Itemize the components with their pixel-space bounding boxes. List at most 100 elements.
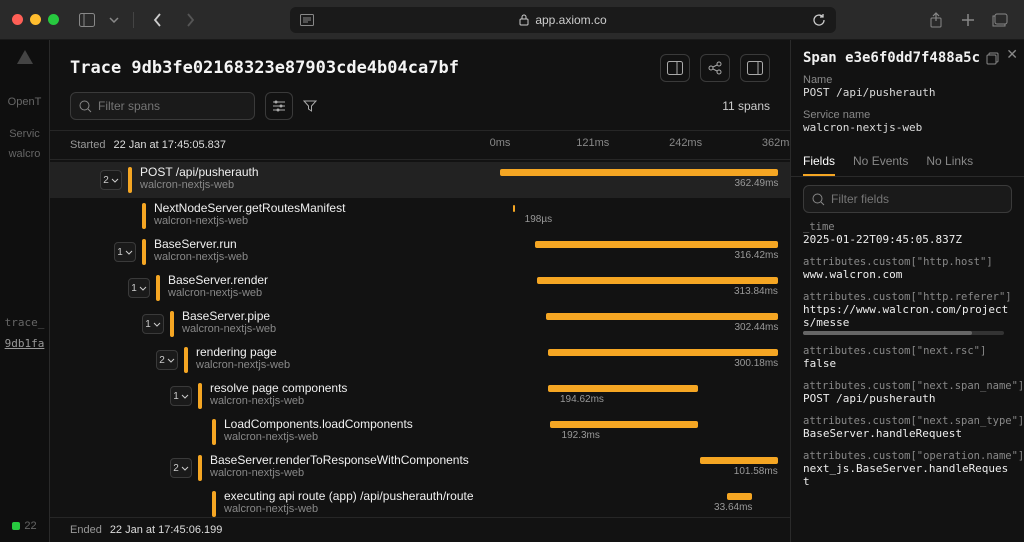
time-tick: 0ms [490,137,511,149]
duration-label: 198µs [525,214,552,225]
url-host: app.axiom.co [535,13,606,27]
close-icon[interactable]: ✕ [1006,46,1018,63]
detail-name-label: Name [803,74,1012,86]
span-color-marker [142,203,146,229]
time-axis: 0ms121ms242ms362ms [500,137,790,153]
filter-icon[interactable] [303,99,317,113]
expand-button[interactable]: 2 [156,350,178,370]
field-value: next_js.BaseServer.handleRequest [803,462,1012,488]
sidebar-toggle-icon[interactable] [75,8,99,32]
span-filter-input[interactable] [70,92,255,120]
lock-icon [519,14,529,26]
open-panel-button[interactable] [740,54,770,82]
span-row[interactable]: executing api route (app) /api/pusheraut… [50,486,790,517]
span-service: walcron-nextjs-web [210,395,347,408]
copy-icon[interactable] [986,52,999,65]
field-item[interactable]: attributes.custom["next.rsc"]false [803,345,1012,370]
field-item[interactable]: _time2025-01-22T09:45:05.837Z [803,221,1012,246]
expand-button[interactable]: 1 [114,242,136,262]
detail-tab[interactable]: No Events [853,148,908,176]
field-item[interactable]: attributes.custom["operation.name"]next_… [803,450,1012,488]
nav-forward[interactable] [178,8,202,32]
field-item[interactable]: attributes.custom["next.span_type"]BaseS… [803,415,1012,440]
span-service: walcron-nextjs-web [196,359,290,372]
fields-filter-input[interactable] [803,185,1012,213]
duration-bar [548,385,697,392]
span-service: walcron-nextjs-web [210,467,469,480]
span-name: BaseServer.run [154,237,248,251]
expand-button[interactable]: 1 [142,314,164,334]
span-service: walcron-nextjs-web [154,215,345,228]
span-color-marker [212,419,216,445]
span-row[interactable]: 2rendering pagewalcron-nextjs-web300.18m… [50,342,790,378]
span-row[interactable]: 2BaseServer.renderToResponseWithComponen… [50,450,790,486]
field-item[interactable]: attributes.custom["http.host"]www.walcro… [803,256,1012,281]
window-close[interactable] [12,14,23,25]
overflow-scrollbar[interactable] [803,331,1004,335]
span-color-marker [212,491,216,517]
expand-button[interactable]: 2 [100,170,122,190]
time-tick: 242ms [669,137,702,149]
expand-button[interactable]: 1 [170,386,192,406]
share-button[interactable] [700,54,730,82]
detail-tab[interactable]: No Links [926,148,973,176]
spans-list: 2POST /api/pusherauthwalcron-nextjs-web3… [50,160,790,517]
axiom-logo-icon[interactable] [14,48,36,70]
span-row[interactable]: NextNodeServer.getRoutesManifestwalcron-… [50,198,790,234]
expand-button[interactable]: 2 [170,458,192,478]
nav-back[interactable] [146,8,170,32]
gutter-footer-num: 22 [24,520,36,532]
gutter-section-item: walcro [9,148,41,160]
reload-icon[interactable] [812,13,826,27]
span-count: 11 spans [722,99,770,113]
field-key: attributes.custom["operation.name"] [803,450,1012,462]
span-name: executing api route (app) /api/pusheraut… [224,489,474,503]
duration-label: 302.44ms [734,322,778,333]
time-tick: 121ms [576,137,609,149]
duration-label: 101.58ms [734,466,778,477]
tabs-overview-icon[interactable] [988,8,1012,32]
fields-filter-field[interactable] [831,192,1003,206]
duration-bar [548,349,779,356]
detail-tab[interactable]: Fields [803,148,835,176]
expand-button[interactable]: 1 [128,278,150,298]
duration-label: 316.42ms [734,250,778,261]
search-icon [79,100,92,113]
span-row[interactable]: 1resolve page componentswalcron-nextjs-w… [50,378,790,414]
window-zoom[interactable] [48,14,59,25]
gutter-trace-word: trace_ [5,316,45,329]
panel-toggle-button[interactable] [660,54,690,82]
duration-label: 313.84ms [734,286,778,297]
status-dot-icon [12,522,20,530]
duration-label: 194.62ms [560,394,604,405]
span-name: NextNodeServer.getRoutesManifest [154,201,345,215]
field-item[interactable]: attributes.custom["next.span_name"]POST … [803,380,1012,405]
field-value: false [803,357,1012,370]
search-icon [812,193,825,206]
settings-list-button[interactable] [265,92,293,120]
new-tab-icon[interactable] [956,8,980,32]
span-row[interactable]: LoadComponents.loadComponentswalcron-nex… [50,414,790,450]
duration-bar [727,493,753,500]
chevron-down-icon[interactable] [107,8,121,32]
duration-label: 192.3ms [562,430,600,441]
field-key: attributes.custom["next.span_name"] [803,380,1012,392]
gutter-top-label: OpenT [8,96,42,108]
span-row[interactable]: 1BaseServer.pipewalcron-nextjs-web302.44… [50,306,790,342]
span-row[interactable]: 1BaseServer.runwalcron-nextjs-web316.42m… [50,234,790,270]
span-row[interactable]: 1BaseServer.renderwalcron-nextjs-web313.… [50,270,790,306]
span-color-marker [198,383,202,409]
span-name: BaseServer.pipe [182,309,276,323]
share-icon[interactable] [924,8,948,32]
window-minimize[interactable] [30,14,41,25]
span-row[interactable]: 2POST /api/pusherauthwalcron-nextjs-web3… [50,162,790,198]
span-filter-field[interactable] [98,99,246,113]
gutter-trace-id[interactable]: 9db1fa [5,337,45,350]
url-bar[interactable]: app.axiom.co [290,7,836,33]
field-value: BaseServer.handleRequest [803,427,1012,440]
field-key: _time [803,221,1012,233]
app-left-gutter: OpenT Servic walcro trace_ 9db1fa 22 [0,40,50,542]
duration-bar [546,313,778,320]
duration-bar [537,277,778,284]
field-item[interactable]: attributes.custom["http.referer"]https:/… [803,291,1012,335]
